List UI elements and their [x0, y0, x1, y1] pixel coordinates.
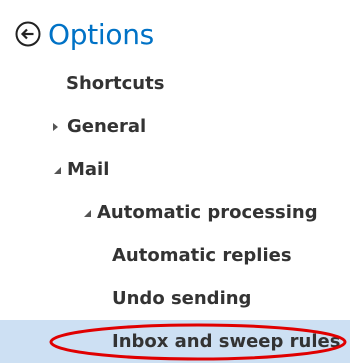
nav-item-automatic-replies[interactable]: Automatic replies	[0, 234, 350, 277]
nav-item-mail[interactable]: Mail	[0, 148, 350, 191]
nav-item-automatic-processing[interactable]: Automatic processing	[0, 191, 350, 234]
nav-item-label: Automatic replies	[112, 245, 292, 266]
nav-item-general[interactable]: General	[0, 105, 350, 148]
options-header: Options	[8, 14, 154, 54]
nav-item-inbox-and-sweep-rules[interactable]: Inbox and sweep rules	[0, 320, 350, 363]
nav-item-label: General	[67, 116, 147, 137]
nav-item-label: Inbox and sweep rules	[112, 331, 341, 352]
collapse-caret-icon[interactable]	[52, 165, 64, 175]
nav-item-undo-sending[interactable]: Undo sending	[0, 277, 350, 320]
expand-caret-icon[interactable]	[52, 122, 64, 132]
nav-item-label: Undo sending	[112, 288, 252, 309]
back-arrow-circle-icon	[15, 21, 41, 47]
nav-item-label: Automatic processing	[97, 202, 318, 223]
nav-item-shortcuts[interactable]: Shortcuts	[0, 62, 350, 105]
nav-item-label: Shortcuts	[66, 73, 165, 94]
nav-item-label: Mail	[67, 159, 110, 180]
options-nav-tree: Shortcuts General Mail Automatic process…	[0, 62, 350, 363]
collapse-caret-icon[interactable]	[82, 208, 94, 218]
back-button[interactable]	[8, 14, 48, 54]
page-title: Options	[48, 17, 154, 51]
